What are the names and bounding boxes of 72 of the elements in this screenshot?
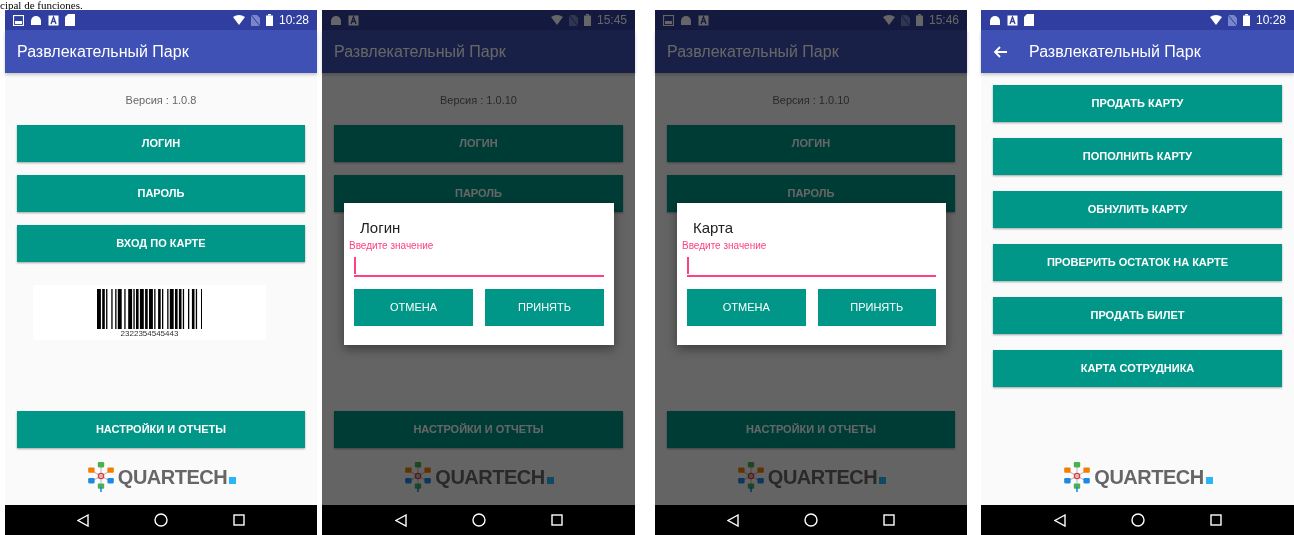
battery-icon bbox=[1242, 14, 1250, 26]
wifi-icon bbox=[550, 15, 563, 25]
dialog-button[interactable]: ПРИНЯТЬ bbox=[817, 289, 936, 326]
menu-button[interactable]: ПРОДАТЬ БИЛЕТ bbox=[993, 297, 1282, 334]
logo-icon bbox=[735, 460, 766, 493]
logo-text: QUARTECH bbox=[117, 464, 228, 490]
home-icon[interactable] bbox=[804, 513, 818, 527]
dialog-button[interactable]: ОТМЕНА bbox=[354, 289, 473, 326]
recents-icon[interactable] bbox=[550, 514, 563, 526]
wifi-icon bbox=[882, 15, 895, 25]
back-icon[interactable] bbox=[394, 513, 407, 527]
back-icon[interactable] bbox=[727, 513, 740, 527]
recents-icon[interactable] bbox=[882, 514, 895, 526]
no-sim-icon bbox=[1227, 14, 1237, 26]
version-text: Версия : 1.0.8 bbox=[124, 93, 198, 108]
menu-button[interactable]: КАРТА СОТРУДНИКА bbox=[993, 350, 1282, 387]
menu-button[interactable]: ЛОГИН bbox=[667, 125, 955, 162]
menu-button[interactable]: ЛОГИН bbox=[17, 125, 305, 162]
dialog-button[interactable]: ПРИНЯТЬ bbox=[485, 289, 604, 326]
home-icon[interactable] bbox=[471, 513, 486, 527]
battery-icon bbox=[265, 14, 273, 26]
app-title: Развлекательный Парк bbox=[334, 41, 506, 62]
dialog-title: Логин bbox=[360, 218, 402, 238]
app-title: Развлекательный Парк bbox=[667, 41, 839, 62]
menu-button[interactable]: ВХОД ПО КАРТЕ bbox=[17, 225, 305, 262]
field-label: Введите значение bbox=[682, 239, 768, 252]
logo-text: QUARTECH bbox=[1094, 464, 1204, 490]
no-sim-icon bbox=[900, 14, 910, 26]
menu-button[interactable]: ПОПОЛНИТЬ КАРТУ bbox=[993, 138, 1282, 175]
logo-square-icon bbox=[546, 477, 554, 484]
version-text: Версия : 1.0.10 bbox=[771, 93, 851, 108]
recents-icon[interactable] bbox=[1209, 514, 1222, 526]
logo-square-icon bbox=[879, 477, 887, 484]
back-arrow-icon[interactable] bbox=[993, 45, 1007, 58]
logo-icon bbox=[403, 460, 434, 493]
home-icon[interactable] bbox=[1130, 513, 1145, 527]
no-sim-icon bbox=[250, 14, 260, 26]
menu-button[interactable]: ЛОГИН bbox=[334, 125, 623, 162]
wifi-icon bbox=[1209, 15, 1222, 25]
recents-icon[interactable] bbox=[232, 514, 245, 526]
status-time: 15:45 bbox=[596, 12, 627, 29]
battery-icon bbox=[583, 14, 591, 26]
settings-button[interactable]: НАСТРОЙКИ И ОТЧЕТЫ bbox=[334, 411, 623, 448]
dialog-title: Карта bbox=[693, 218, 735, 238]
menu-button[interactable]: ОБНУЛИТЬ КАРТУ bbox=[993, 191, 1282, 228]
menu-button[interactable]: ПРОДАТЬ КАРТУ bbox=[993, 85, 1282, 122]
wifi-icon bbox=[232, 15, 245, 25]
no-sim-icon bbox=[568, 14, 578, 26]
status-time: 15:46 bbox=[928, 12, 959, 29]
app-title: Развлекательный Парк bbox=[17, 41, 189, 62]
logo-text: QUARTECH bbox=[767, 464, 878, 490]
logo-text: QUARTECH bbox=[435, 464, 545, 490]
logo-square-icon bbox=[1205, 477, 1213, 484]
logo-icon bbox=[85, 460, 116, 493]
menu-button[interactable]: ПАРОЛЬ bbox=[17, 175, 305, 212]
battery-icon bbox=[915, 14, 923, 26]
settings-button[interactable]: НАСТРОЙКИ И ОТЧЕТЫ bbox=[17, 411, 305, 448]
home-icon[interactable] bbox=[154, 513, 168, 527]
logo-icon bbox=[1062, 460, 1093, 493]
status-time: 10:28 bbox=[278, 12, 309, 29]
app-title: Развлекательный Парк bbox=[1029, 41, 1201, 62]
status-time: 10:28 bbox=[1255, 12, 1286, 29]
dialog-button[interactable]: ОТМЕНА bbox=[687, 289, 806, 326]
caption-text: cipal de funciones. bbox=[0, 0, 83, 10]
barcode-number: 2322354545443 bbox=[120, 329, 179, 338]
logo-square-icon bbox=[229, 477, 237, 484]
back-icon[interactable] bbox=[1053, 513, 1066, 527]
settings-button[interactable]: НАСТРОЙКИ И ОТЧЕТЫ bbox=[667, 411, 955, 448]
field-label: Введите значение bbox=[349, 239, 435, 252]
back-icon[interactable] bbox=[77, 513, 90, 527]
version-text: Версия : 1.0.10 bbox=[439, 93, 518, 108]
menu-button[interactable]: ПРОВЕРИТЬ ОСТАТОК НА КАРТЕ bbox=[993, 244, 1282, 281]
